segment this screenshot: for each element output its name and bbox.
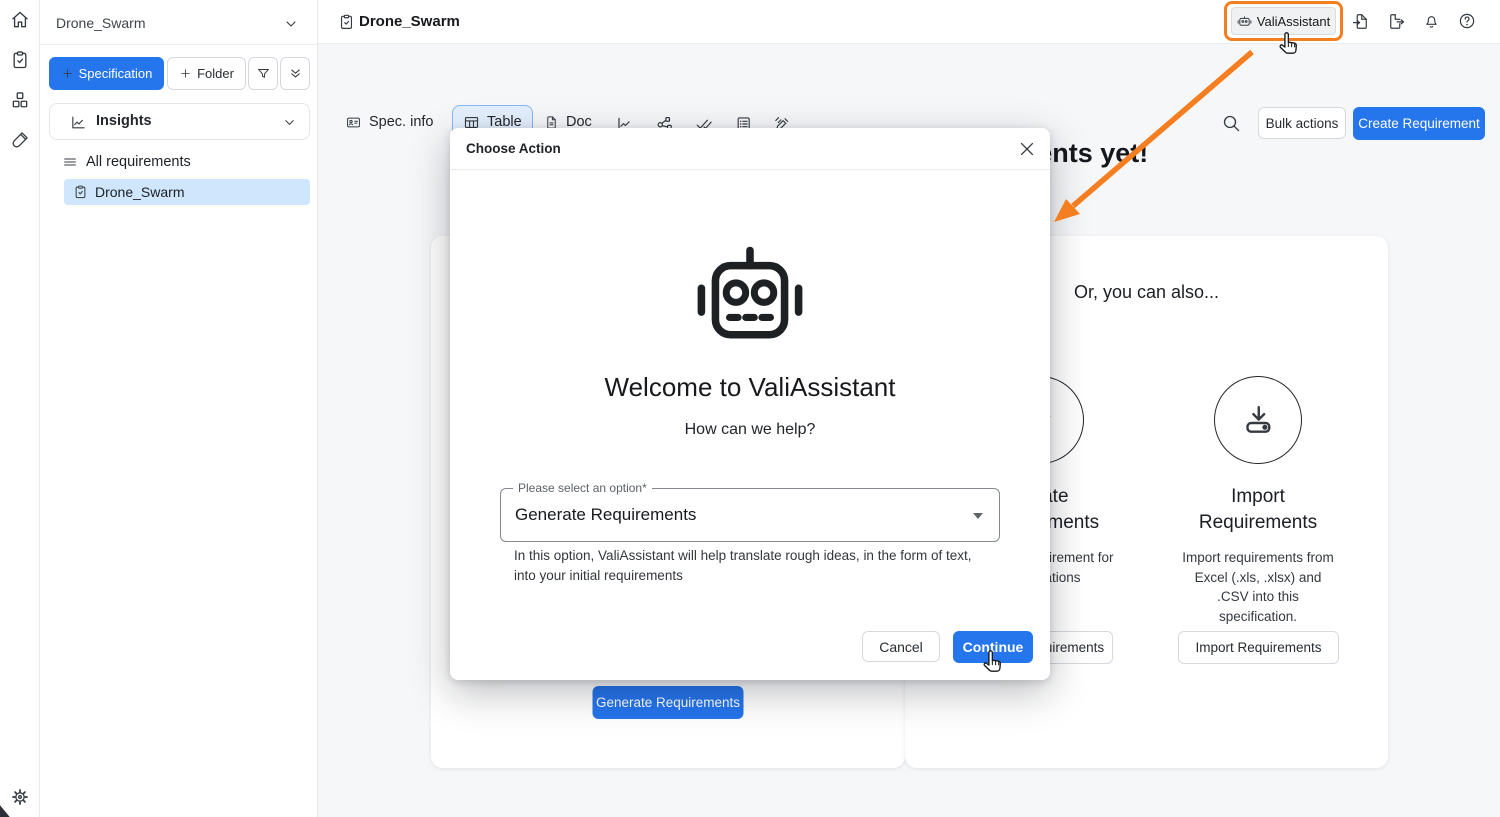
chevron-down-icon[interactable]: [283, 16, 299, 32]
notifications-bell-icon[interactable]: [1423, 12, 1441, 31]
divider: [40, 44, 318, 45]
home-icon[interactable]: [10, 10, 30, 30]
create-requirement-button[interactable]: Create Requirement: [1353, 107, 1485, 140]
insights-label: Insights: [96, 113, 152, 129]
sidebar: Drone_Swarm Specification Folder Insight…: [40, 0, 318, 817]
modal-header: Choose Action: [450, 128, 1050, 170]
choose-action-modal: Choose Action Welcome to ValiAssistant H…: [450, 128, 1050, 680]
insights-panel-toggle[interactable]: Insights: [49, 103, 310, 140]
tab-spec-info[interactable]: Spec. info: [335, 105, 444, 139]
add-specification-button[interactable]: Specification: [49, 57, 164, 90]
chart-line-icon: [72, 116, 85, 129]
top-bar: Drone_Swarm ValiAssistant: [318, 0, 1500, 44]
modal-title: Choose Action: [466, 141, 561, 156]
import-requirements-option-button[interactable]: Import Requirements: [1178, 631, 1339, 664]
import-option-title: Import Requirements: [1198, 486, 1318, 533]
add-folder-label: Folder: [197, 66, 234, 81]
export-document-icon[interactable]: [1387, 12, 1405, 31]
add-folder-button[interactable]: Folder: [167, 57, 246, 90]
import-option-circle: [1214, 376, 1302, 464]
plus-icon: [181, 69, 190, 78]
specification-icon: [75, 185, 86, 199]
project-selector-label[interactable]: Drone_Swarm: [56, 15, 145, 31]
continue-button[interactable]: Continue: [953, 631, 1033, 663]
caret-down-icon: [973, 513, 983, 519]
search-icon[interactable]: [1221, 113, 1241, 133]
specification-icon: [340, 14, 353, 29]
cancel-button[interactable]: Cancel: [862, 631, 940, 662]
id-card-icon: [347, 117, 360, 127]
plus-icon: [62, 69, 72, 78]
all-requirements-label: All requirements: [86, 154, 191, 170]
select-label: Please select an option*: [513, 481, 652, 495]
settings-gear-icon[interactable]: [10, 787, 30, 807]
specifications-icon[interactable]: [10, 50, 30, 70]
import-option-description: Import requirements from Excel (.xls, .x…: [1182, 550, 1334, 624]
welcome-heading: Welcome to ValiAssistant: [604, 372, 896, 402]
tab-spec-info-label: Spec. info: [369, 114, 434, 130]
page-title: Drone_Swarm: [359, 13, 460, 30]
add-specification-label: Specification: [78, 66, 153, 81]
collapse-all-button[interactable]: [280, 57, 310, 90]
tree-item-label: Drone_Swarm: [95, 184, 185, 200]
select-helper-text: In this option, ValiAssistant will help …: [514, 548, 972, 583]
bulk-actions-button[interactable]: Bulk actions: [1258, 107, 1346, 139]
double-chevron-down-icon: [290, 69, 300, 78]
filter-funnel-icon: [257, 68, 269, 78]
all-requirements-header[interactable]: All requirements: [62, 151, 191, 173]
action-select[interactable]: Please select an option* Generate Requir…: [500, 481, 1000, 542]
test-bench-icon[interactable]: [10, 130, 30, 150]
chevron-down-icon: [285, 120, 294, 125]
generate-requirements-button[interactable]: Generate Requirements: [592, 686, 744, 719]
filter-button[interactable]: [248, 57, 278, 90]
import-tray-icon: [1246, 406, 1271, 433]
robot-illustration: [680, 244, 820, 357]
close-icon[interactable]: [1017, 139, 1037, 159]
import-document-icon[interactable]: [1352, 12, 1370, 31]
welcome-subtitle: How can we help?: [684, 421, 816, 438]
robot-icon: [1237, 15, 1252, 26]
tree-item-drone-swarm[interactable]: Drone_Swarm: [64, 179, 310, 205]
vali-assistant-button[interactable]: ValiAssistant: [1231, 7, 1336, 35]
select-value: Generate Requirements: [515, 505, 697, 524]
vali-assistant-label: ValiAssistant: [1256, 13, 1331, 29]
icon-rail: [0, 0, 40, 817]
help-icon[interactable]: [1458, 12, 1476, 31]
annotation-highlight-box: ValiAssistant: [1224, 1, 1343, 41]
components-icon[interactable]: [10, 90, 30, 110]
list-icon: [64, 158, 76, 166]
